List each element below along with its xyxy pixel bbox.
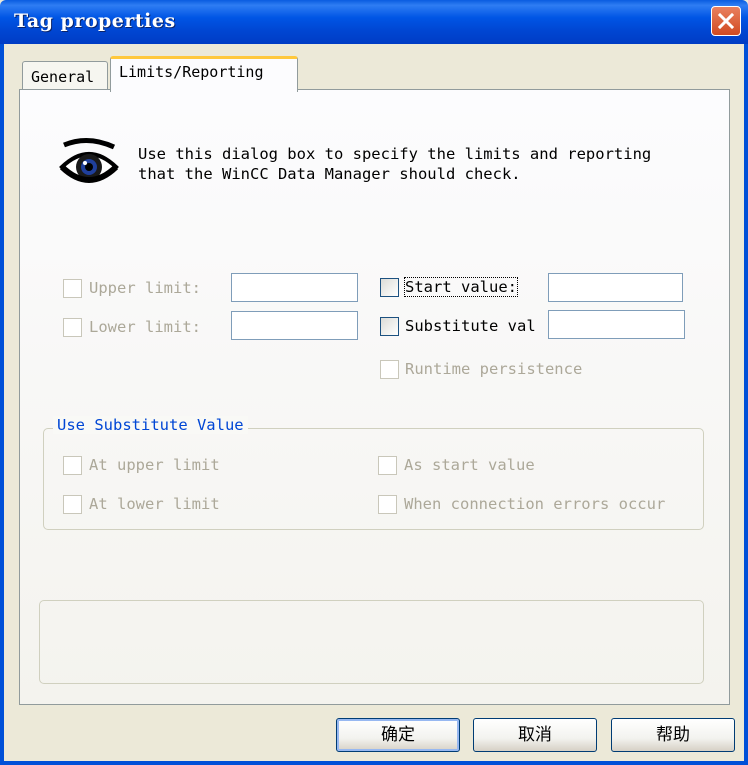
dialog-title: Tag properties — [14, 10, 176, 32]
close-icon — [717, 12, 735, 30]
at-upper-limit-checkbox[interactable] — [63, 456, 82, 475]
upper-limit-checkbox[interactable] — [63, 279, 82, 298]
window-frame-left — [0, 44, 4, 765]
window-frame-bottom — [0, 761, 748, 765]
lower-limit-label: Lower limit: — [89, 318, 201, 336]
as-start-value-checkbox[interactable] — [378, 456, 397, 475]
at-lower-limit-label: At lower limit — [89, 495, 220, 513]
upper-limit-input[interactable] — [231, 273, 358, 302]
start-value-label: Start value: — [404, 277, 518, 297]
upper-limit-label: Upper limit: — [89, 279, 201, 297]
use-substitute-value-title: Use Substitute Value — [53, 416, 248, 434]
at-upper-limit-label: At upper limit — [89, 456, 220, 474]
info-text: Use this dialog box to specify the limit… — [138, 145, 652, 183]
title-bar[interactable]: Tag properties — [0, 0, 748, 44]
tab-limits-reporting[interactable]: Limits/Reporting — [110, 56, 298, 92]
use-substitute-value-group — [43, 428, 704, 530]
substitute-value-input[interactable] — [548, 310, 685, 339]
status-message-box — [39, 600, 704, 684]
start-value-checkbox[interactable] — [380, 278, 399, 297]
substitute-value-label: Substitute val — [405, 317, 536, 335]
runtime-persistence-checkbox[interactable] — [380, 360, 399, 379]
close-button[interactable] — [711, 6, 741, 36]
runtime-persistence-label: Runtime persistence — [405, 360, 583, 378]
connection-errors-label: When connection errors occur — [404, 495, 666, 513]
at-lower-limit-checkbox[interactable] — [63, 495, 82, 514]
ok-button[interactable]: 确定 — [336, 718, 460, 752]
tag-properties-dialog: Tag properties General Limits/Reporting … — [0, 0, 748, 765]
connection-errors-checkbox[interactable] — [378, 495, 397, 514]
cancel-button[interactable]: 取消 — [473, 718, 597, 752]
substitute-value-checkbox[interactable] — [380, 317, 399, 336]
window-frame-right — [744, 44, 748, 765]
as-start-value-label: As start value — [404, 456, 535, 474]
help-button[interactable]: 帮助 — [611, 718, 735, 752]
eye-icon — [59, 138, 119, 183]
lower-limit-checkbox[interactable] — [63, 318, 82, 337]
lower-limit-input[interactable] — [231, 311, 358, 340]
tab-general[interactable]: General — [22, 61, 108, 90]
start-value-input[interactable] — [548, 273, 683, 302]
